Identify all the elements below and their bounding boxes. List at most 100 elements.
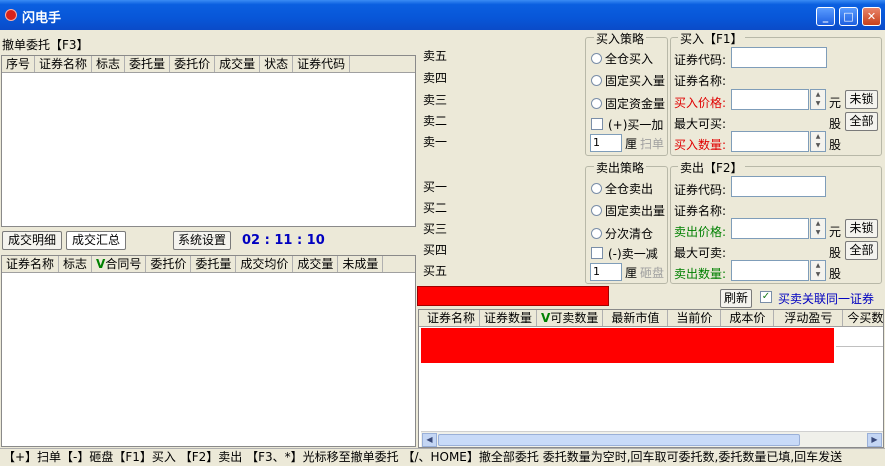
sell-qty-unit: 股 <box>829 267 842 281</box>
buy-option-full-radio[interactable] <box>591 53 602 64</box>
sell-all-button[interactable]: 全部 <box>845 241 878 260</box>
refresh-button[interactable]: 刷新 <box>720 289 752 308</box>
col-order-qty[interactable]: 委托量 <box>191 256 237 272</box>
buy-all-button[interactable]: 全部 <box>845 112 878 131</box>
scroll-left-icon[interactable]: ◀ <box>422 433 437 447</box>
buy-price-spinner[interactable]: ▲ ▼ <box>810 89 826 110</box>
ask-1: 卖一 <box>423 135 448 149</box>
close-icon[interactable]: ✕ <box>862 7 881 26</box>
positions-table[interactable]: 证券名称 证券数量 V可卖数量 最新市值 当前价 成本价 浮动盈亏 今买数量 ◀… <box>418 309 884 448</box>
sell-qty-spinner[interactable]: ▲ ▼ <box>810 260 826 281</box>
sell-price-spinner[interactable]: ▲ ▼ <box>810 218 826 239</box>
buy-option-fixed-cash-label[interactable]: 固定资金量 <box>605 95 665 112</box>
col-contract[interactable]: V合同号 <box>92 256 147 272</box>
horizontal-scrollbar[interactable]: ◀ ▶ <box>421 431 883 447</box>
sell-option-fixed-qty-radio[interactable] <box>591 205 602 216</box>
buy-code-input[interactable] <box>731 47 827 68</box>
col-status[interactable]: 状态 <box>260 56 294 72</box>
col-seq[interactable]: 序号 <box>2 56 36 72</box>
sell-option-batch-label[interactable]: 分次清仓 <box>605 225 653 242</box>
sell-price-input[interactable] <box>731 218 809 239</box>
buy-tick-input[interactable]: 1 <box>590 134 622 152</box>
ask-3: 卖三 <box>423 93 448 107</box>
sell-option-full-label[interactable]: 全仓卖出 <box>605 180 653 197</box>
col-name[interactable]: 证券名称 <box>2 256 60 272</box>
minimize-icon[interactable]: _ <box>816 7 835 26</box>
col-current-price[interactable]: 当前价 <box>668 310 722 326</box>
bid-2: 买二 <box>423 201 448 215</box>
tab-fill-summary[interactable]: 成交汇总 <box>66 231 126 250</box>
col-name[interactable]: 证券名称 <box>35 56 93 72</box>
sell-name-label: 证券名称: <box>674 204 727 218</box>
col-flag[interactable]: 标志 <box>92 56 126 72</box>
sell-price-label: 卖出价格: <box>674 225 727 239</box>
buy-tick-unit: 厘 <box>625 137 638 151</box>
positions-table-header: 证券名称 证券数量 V可卖数量 最新市值 当前价 成本价 浮动盈亏 今买数量 <box>419 310 883 327</box>
col-filled[interactable]: 成交量 <box>215 56 261 72</box>
buy-qty-spinner[interactable]: ▲ ▼ <box>810 131 826 152</box>
col-order-qty[interactable]: 委托量 <box>125 56 171 72</box>
col-order-price[interactable]: 委托价 <box>170 56 216 72</box>
buy-option-fixed-qty-label[interactable]: 固定买入量 <box>605 72 665 89</box>
cancel-order-table[interactable]: 序号 证券名称 标志 委托量 委托价 成交量 状态 证券代码 <box>1 55 416 227</box>
sell-max-field <box>731 240 826 261</box>
col-cost-price[interactable]: 成本价 <box>721 310 775 326</box>
col-floating-pnl[interactable]: 浮动盈亏 <box>774 310 844 326</box>
link-checkbox-label[interactable]: 买卖关联同一证券 <box>778 290 874 307</box>
sell-option-batch-radio[interactable] <box>591 228 602 239</box>
timer: 02 : 11 : 10 <box>242 233 325 248</box>
sort-mark: V <box>96 257 106 271</box>
col-filled[interactable]: 成交量 <box>293 256 339 272</box>
buy-qty-unit: 股 <box>829 138 842 152</box>
fills-table-header: 证券名称 标志 V合同号 委托价 委托量 成交均价 成交量 未成量 <box>2 256 415 273</box>
col-avg-price[interactable]: 成交均价 <box>236 256 294 272</box>
scroll-thumb[interactable] <box>438 434 800 446</box>
col-qty[interactable]: 证券数量 <box>480 310 538 326</box>
buy-add-checkbox[interactable] <box>591 118 603 130</box>
sell-qty-input[interactable] <box>731 260 809 281</box>
settings-button[interactable]: 系统设置 <box>173 231 231 250</box>
col-name[interactable]: 证券名称 <box>423 310 481 326</box>
bid-5: 买五 <box>423 264 448 278</box>
tab-fill-detail[interactable]: 成交明细 <box>2 231 62 250</box>
ask-5: 卖五 <box>423 49 448 63</box>
buy-option-fixed-cash-radio[interactable] <box>591 98 602 109</box>
buy-lock-button[interactable]: 未锁 <box>845 90 878 109</box>
col-order-price[interactable]: 委托价 <box>146 256 192 272</box>
fills-table[interactable]: 证券名称 标志 V合同号 委托价 委托量 成交均价 成交量 未成量 <box>1 255 416 447</box>
buy-add-label: (+)买一加 <box>608 118 664 132</box>
sell-price-unit: 元 <box>829 225 842 239</box>
sell-code-input[interactable] <box>731 176 826 197</box>
buy-option-full-label[interactable]: 全仓买入 <box>605 50 653 67</box>
sell-sub-checkbox[interactable] <box>591 247 603 259</box>
table-row[interactable] <box>421 328 834 363</box>
window-title: 闪电手 <box>22 11 62 26</box>
buy-price-input[interactable] <box>731 89 809 110</box>
buy-qty-input[interactable] <box>731 131 809 152</box>
sort-mark: V <box>541 311 551 325</box>
buy-option-fixed-qty-radio[interactable] <box>591 75 602 86</box>
col-market-value[interactable]: 最新市值 <box>603 310 669 326</box>
quote-highlight-bar <box>417 286 609 306</box>
col-flag[interactable]: 标志 <box>59 256 93 272</box>
sell-tick-unit: 厘 <box>625 266 638 280</box>
sell-option-fixed-qty-label[interactable]: 固定卖出量 <box>605 202 665 219</box>
sell-strategy-title: 卖出策略 <box>594 159 647 176</box>
ask-2: 卖二 <box>423 114 448 128</box>
scroll-right-icon[interactable]: ▶ <box>867 433 882 447</box>
buy-max-field <box>731 111 827 132</box>
sell-sub-label: (-)卖一减 <box>608 247 658 261</box>
title-bar[interactable]: 闪电手 _ □ ✕ <box>0 0 885 30</box>
maximize-icon[interactable]: □ <box>839 7 858 26</box>
sell-name-field <box>731 198 826 219</box>
col-today-buy[interactable]: 今买数量 <box>843 310 883 326</box>
sell-lock-button[interactable]: 未锁 <box>845 219 878 238</box>
col-sellable[interactable]: V可卖数量 <box>537 310 604 326</box>
col-unfilled[interactable]: 未成量 <box>338 256 384 272</box>
sell-tick-input[interactable]: 1 <box>590 263 622 281</box>
sell-max-unit: 股 <box>829 246 842 260</box>
sell-option-full-radio[interactable] <box>591 183 602 194</box>
col-code[interactable]: 证券代码 <box>293 56 351 72</box>
col-contract-label: 合同号 <box>105 257 142 271</box>
link-checkbox[interactable]: ✓ <box>760 291 772 303</box>
